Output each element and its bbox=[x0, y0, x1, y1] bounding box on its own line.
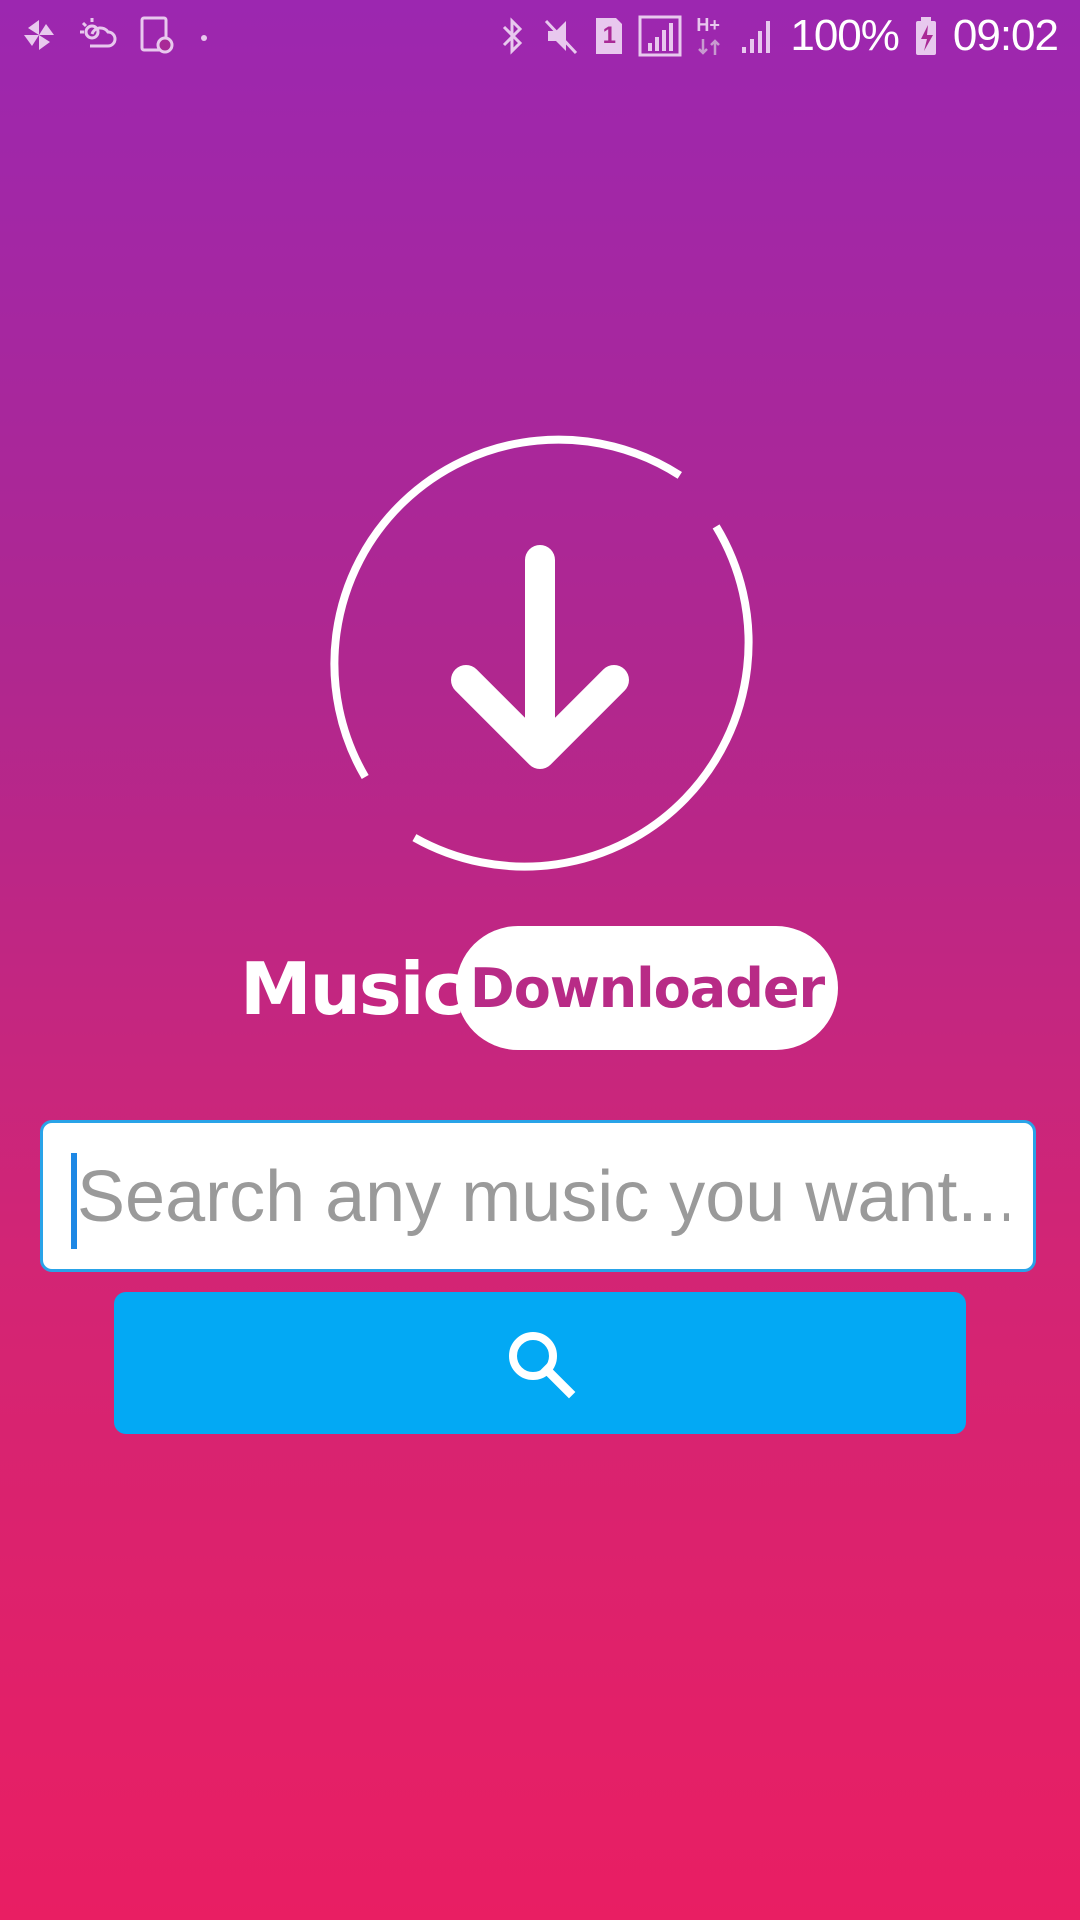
weather-icon bbox=[80, 18, 117, 48]
sim-number: 1 bbox=[602, 22, 617, 49]
pinwheel-icon bbox=[24, 20, 54, 50]
network-type: H+ bbox=[696, 15, 720, 35]
brand-pill: Downloader bbox=[456, 926, 838, 1050]
search-button[interactable] bbox=[114, 1292, 966, 1434]
signal-icon bbox=[742, 21, 771, 53]
search-box[interactable] bbox=[40, 1120, 1036, 1272]
app-brand: Music Downloader bbox=[240, 926, 840, 1050]
sim1-icon: 1 bbox=[594, 16, 624, 56]
dot-icon bbox=[201, 35, 207, 41]
screenshot-icon bbox=[140, 16, 174, 54]
network-hplus-icon: H+ bbox=[696, 15, 724, 57]
signal-icon bbox=[638, 15, 682, 57]
bluetooth-icon bbox=[503, 17, 523, 55]
download-circle-icon bbox=[330, 435, 753, 871]
text-cursor bbox=[71, 1153, 77, 1249]
status-bar: 1 H+ 100% 09:02 bbox=[0, 0, 1080, 76]
mute-icon bbox=[545, 19, 578, 55]
brand-word-downloader: Downloader bbox=[469, 956, 825, 1020]
search-icon bbox=[509, 1332, 576, 1399]
search-input[interactable] bbox=[69, 1147, 1009, 1247]
battery-percent: 100% bbox=[790, 11, 900, 60]
brand-word-music: Music bbox=[240, 947, 465, 1031]
status-right-icons: 1 H+ 100% 09:02 bbox=[498, 11, 1059, 60]
battery-charging-icon bbox=[915, 17, 936, 55]
clock-time: 09:02 bbox=[952, 11, 1059, 60]
status-left-icons bbox=[20, 14, 214, 56]
